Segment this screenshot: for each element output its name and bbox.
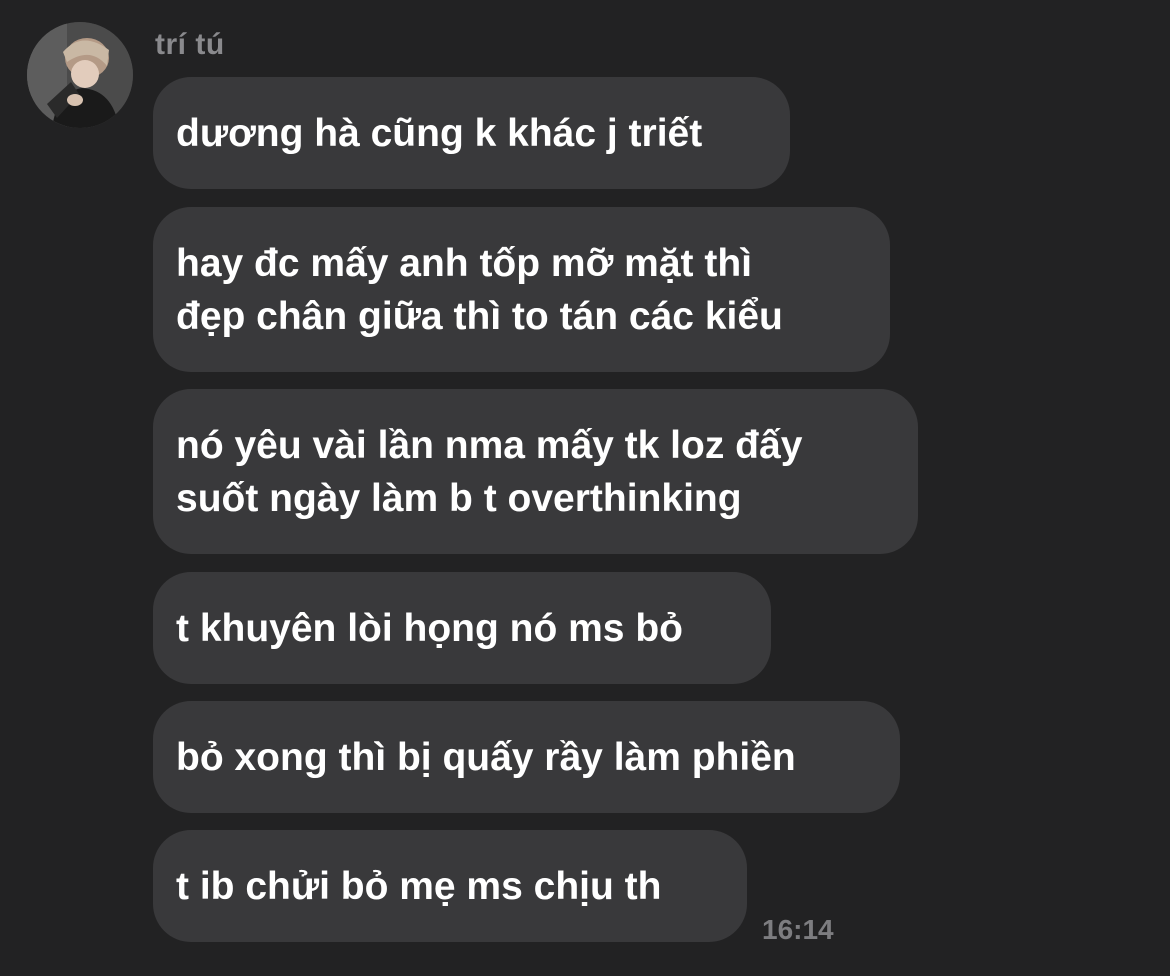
message-bubble[interactable]: nó yêu vài lần nma mấy tk loz đấy suốt n… [153, 389, 918, 554]
message-text: hay đc mấy anh tốp mỡ mặt thì [176, 241, 752, 285]
message-bubble[interactable]: hay đc mấy anh tốp mỡ mặt thì đẹp chân g… [153, 207, 890, 372]
message-text: dương hà cũng k khác j triết [176, 111, 703, 155]
avatar[interactable] [27, 22, 133, 128]
message-text: t khuyên lòi họng nó ms bỏ [176, 606, 683, 650]
message-text: t ib chửi bỏ mẹ ms chịu th [176, 864, 662, 908]
message-text: suốt ngày làm b t overthinking [176, 476, 742, 520]
message-text: đẹp chân giữa thì to tán các kiểu [176, 294, 783, 338]
message-timestamp: 16:14 [762, 914, 834, 945]
sender-name: trí tú [155, 28, 225, 61]
message-text: nó yêu vài lần nma mấy tk loz đấy [176, 423, 803, 467]
message-bubble[interactable]: t ib chửi bỏ mẹ ms chịu th [153, 830, 747, 942]
message-bubble[interactable]: dương hà cũng k khác j triết [153, 77, 790, 189]
profile-photo-avatar [27, 22, 133, 128]
message-text: bỏ xong thì bị quấy rầy làm phiền [176, 735, 796, 779]
message-bubble[interactable]: t khuyên lòi họng nó ms bỏ [153, 572, 771, 684]
message-bubble[interactable]: bỏ xong thì bị quấy rầy làm phiền [153, 701, 900, 813]
